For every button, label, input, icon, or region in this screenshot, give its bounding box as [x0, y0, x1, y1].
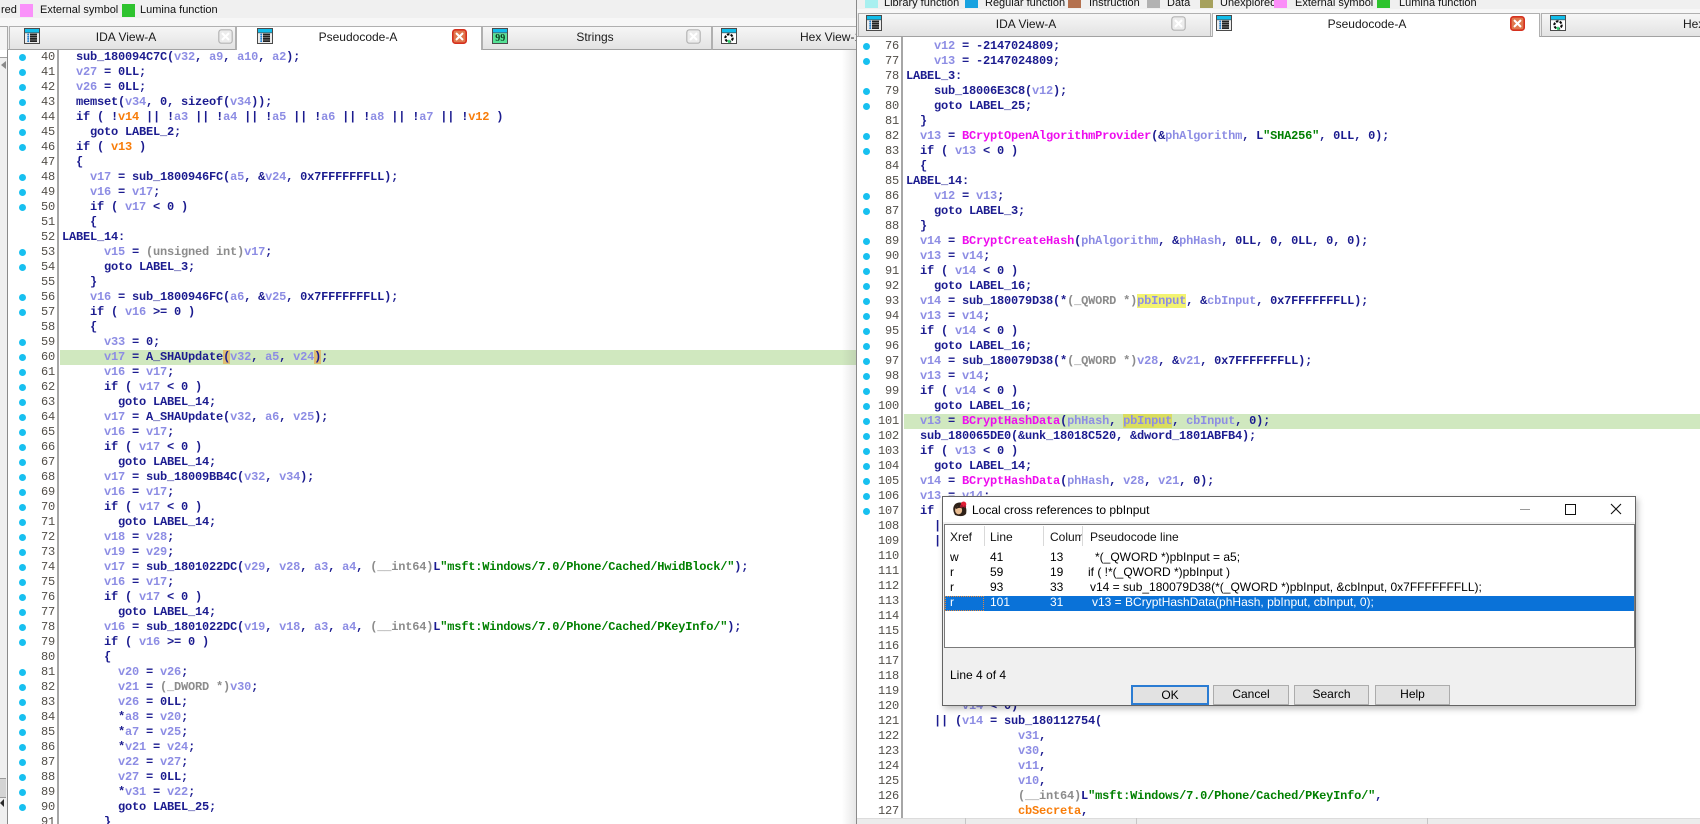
- svg-text:99: 99: [495, 33, 505, 44]
